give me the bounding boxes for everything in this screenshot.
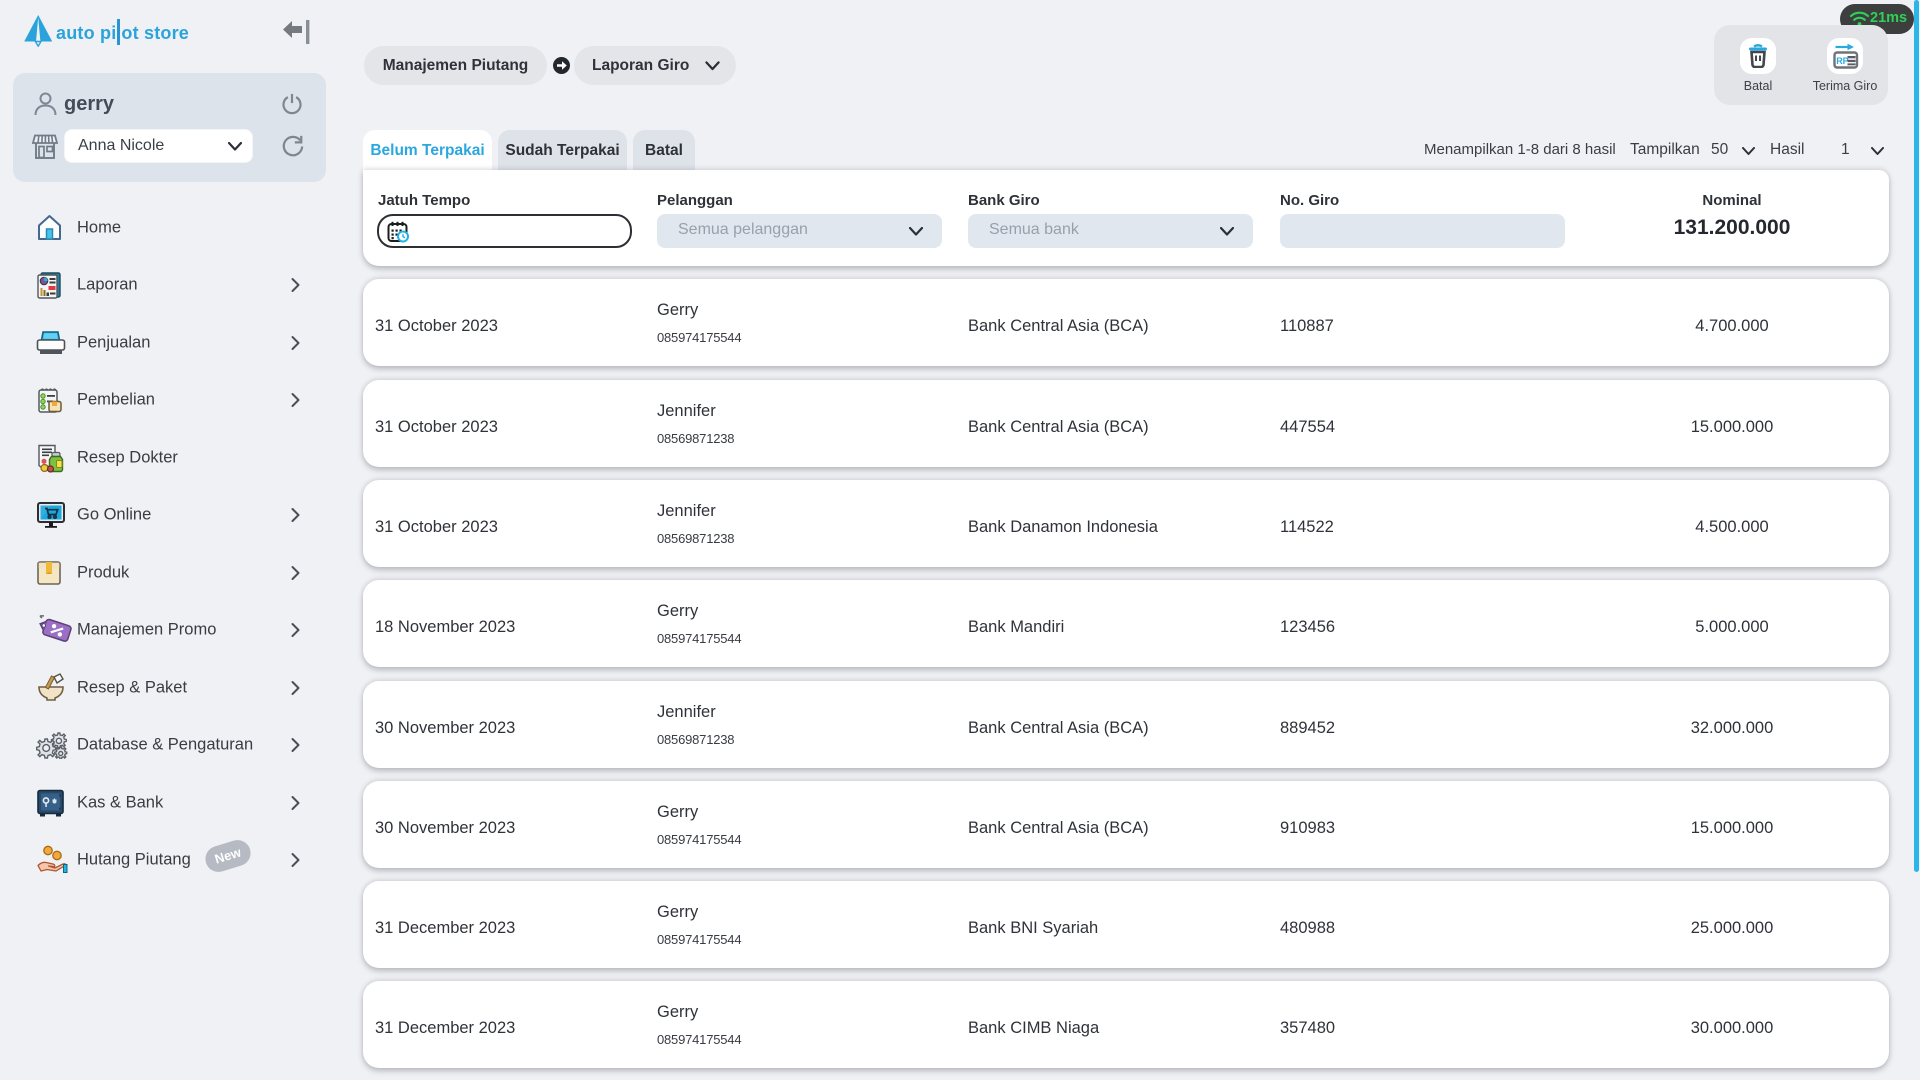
svg-text:RP: RP bbox=[1836, 56, 1849, 66]
